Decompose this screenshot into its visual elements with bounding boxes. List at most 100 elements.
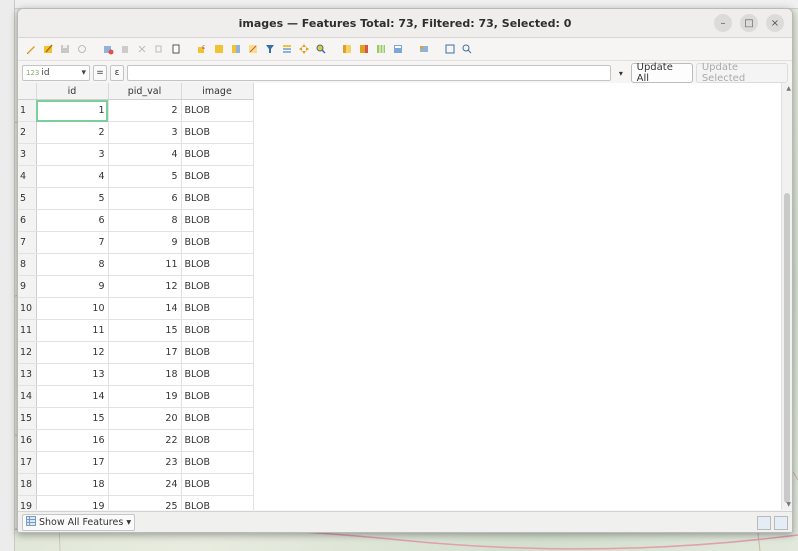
cell-image[interactable]: BLOB: [181, 341, 254, 364]
expression-dropdown-chevron-icon[interactable]: ▾: [614, 65, 628, 81]
table-row[interactable]: 8 8 11 BLOB: [18, 253, 254, 276]
cell-image[interactable]: BLOB: [181, 297, 254, 320]
cell-image[interactable]: BLOB: [181, 275, 254, 298]
cell-image[interactable]: BLOB: [181, 209, 254, 232]
column-header-image[interactable]: image: [181, 83, 254, 100]
cell-id[interactable]: 5: [36, 187, 109, 210]
table-row[interactable]: 3 3 4 BLOB: [18, 143, 254, 166]
vertical-scrollbar[interactable]: [781, 83, 792, 510]
table-row[interactable]: 15 15 20 BLOB: [18, 407, 254, 430]
maximize-button[interactable]: □: [740, 14, 758, 32]
row-number[interactable]: 16: [18, 429, 37, 452]
invert-selection-icon[interactable]: [229, 42, 243, 56]
reload-icon[interactable]: [75, 42, 89, 56]
update-selected-button[interactable]: Update Selected: [695, 62, 788, 84]
table-row[interactable]: 2 2 3 BLOB: [18, 121, 254, 144]
row-number[interactable]: 1: [18, 99, 37, 122]
equals-button[interactable]: =: [93, 65, 108, 81]
table-row[interactable]: 10 10 14 BLOB: [18, 297, 254, 320]
row-number[interactable]: 10: [18, 297, 37, 320]
zoom-to-selection-icon[interactable]: [314, 42, 328, 56]
cell-id[interactable]: 2: [36, 121, 109, 144]
expression-select-icon[interactable]: ε: [195, 42, 209, 56]
paste-icon[interactable]: [169, 42, 183, 56]
cell-image[interactable]: BLOB: [181, 429, 254, 452]
expression-button[interactable]: ε: [110, 65, 125, 81]
cell-pid-val[interactable]: 19: [108, 385, 182, 408]
table-row[interactable]: 12 12 17 BLOB: [18, 341, 254, 364]
field-selector[interactable]: 123 id ▾: [22, 65, 91, 81]
cell-id[interactable]: 16: [36, 429, 109, 452]
dock-icon[interactable]: [460, 42, 474, 56]
column-header-pid-val[interactable]: pid_val: [108, 83, 182, 100]
cell-id[interactable]: 8: [36, 253, 109, 276]
cell-pid-val[interactable]: 17: [108, 341, 182, 364]
row-number[interactable]: 18: [18, 473, 37, 496]
cell-id[interactable]: 18: [36, 473, 109, 496]
cell-pid-val[interactable]: 14: [108, 297, 182, 320]
cell-image[interactable]: BLOB: [181, 165, 254, 188]
cell-image[interactable]: BLOB: [181, 319, 254, 342]
cell-pid-val[interactable]: 3: [108, 121, 182, 144]
close-button[interactable]: ×: [766, 14, 784, 32]
corner-header[interactable]: [18, 83, 37, 100]
cell-pid-val[interactable]: 23: [108, 451, 182, 474]
cell-image[interactable]: BLOB: [181, 473, 254, 496]
minimize-button[interactable]: –: [714, 14, 732, 32]
cell-id[interactable]: 15: [36, 407, 109, 430]
actions-icon[interactable]: [443, 42, 457, 56]
cell-id[interactable]: 12: [36, 341, 109, 364]
cell-id[interactable]: 6: [36, 209, 109, 232]
table-row[interactable]: 1 1 2 BLOB: [18, 99, 254, 122]
deselect-icon[interactable]: [246, 42, 260, 56]
row-number[interactable]: 3: [18, 143, 37, 166]
row-number[interactable]: 14: [18, 385, 37, 408]
field-calculator-icon[interactable]: [391, 42, 405, 56]
table-row[interactable]: 17 17 23 BLOB: [18, 451, 254, 474]
table-row[interactable]: 4 4 5 BLOB: [18, 165, 254, 188]
row-number[interactable]: 2: [18, 121, 37, 144]
multi-edit-icon[interactable]: [41, 42, 55, 56]
cell-image[interactable]: BLOB: [181, 99, 254, 122]
scrollbar-thumb[interactable]: [784, 193, 790, 503]
table-row[interactable]: 16 16 22 BLOB: [18, 429, 254, 452]
row-number[interactable]: 6: [18, 209, 37, 232]
expression-input[interactable]: [127, 65, 612, 81]
cut-icon[interactable]: [135, 42, 149, 56]
table-row[interactable]: 5 5 6 BLOB: [18, 187, 254, 210]
cell-image[interactable]: BLOB: [181, 363, 254, 386]
cell-pid-val[interactable]: 22: [108, 429, 182, 452]
cell-image[interactable]: BLOB: [181, 385, 254, 408]
row-number[interactable]: 15: [18, 407, 37, 430]
new-field-icon[interactable]: [340, 42, 354, 56]
table-row[interactable]: 18 18 24 BLOB: [18, 473, 254, 496]
cell-id[interactable]: 7: [36, 231, 109, 254]
cell-id[interactable]: 13: [36, 363, 109, 386]
cell-id[interactable]: 9: [36, 275, 109, 298]
row-number[interactable]: 8: [18, 253, 37, 276]
filter-icon[interactable]: [263, 42, 277, 56]
cell-id[interactable]: 11: [36, 319, 109, 342]
cell-id[interactable]: 3: [36, 143, 109, 166]
row-number[interactable]: 17: [18, 451, 37, 474]
cell-pid-val[interactable]: 18: [108, 363, 182, 386]
conditional-format-icon[interactable]: [417, 42, 431, 56]
cell-image[interactable]: BLOB: [181, 451, 254, 474]
row-number[interactable]: 12: [18, 341, 37, 364]
table-row[interactable]: 11 11 15 BLOB: [18, 319, 254, 342]
cell-pid-val[interactable]: 4: [108, 143, 182, 166]
cell-image[interactable]: BLOB: [181, 143, 254, 166]
row-number[interactable]: 19: [18, 495, 37, 510]
cell-pid-val[interactable]: 20: [108, 407, 182, 430]
cell-pid-val[interactable]: 5: [108, 165, 182, 188]
scroll-up-arrow-icon[interactable]: ▲: [786, 85, 791, 92]
cell-image[interactable]: BLOB: [181, 407, 254, 430]
cell-image[interactable]: BLOB: [181, 495, 254, 510]
cell-pid-val[interactable]: 6: [108, 187, 182, 210]
scroll-down-arrow-icon[interactable]: ▼: [786, 501, 791, 508]
cell-pid-val[interactable]: 2: [108, 99, 182, 122]
row-number[interactable]: 11: [18, 319, 37, 342]
column-header-id[interactable]: id: [36, 83, 109, 100]
pan-to-selection-icon[interactable]: [297, 42, 311, 56]
table-row[interactable]: 7 7 9 BLOB: [18, 231, 254, 254]
